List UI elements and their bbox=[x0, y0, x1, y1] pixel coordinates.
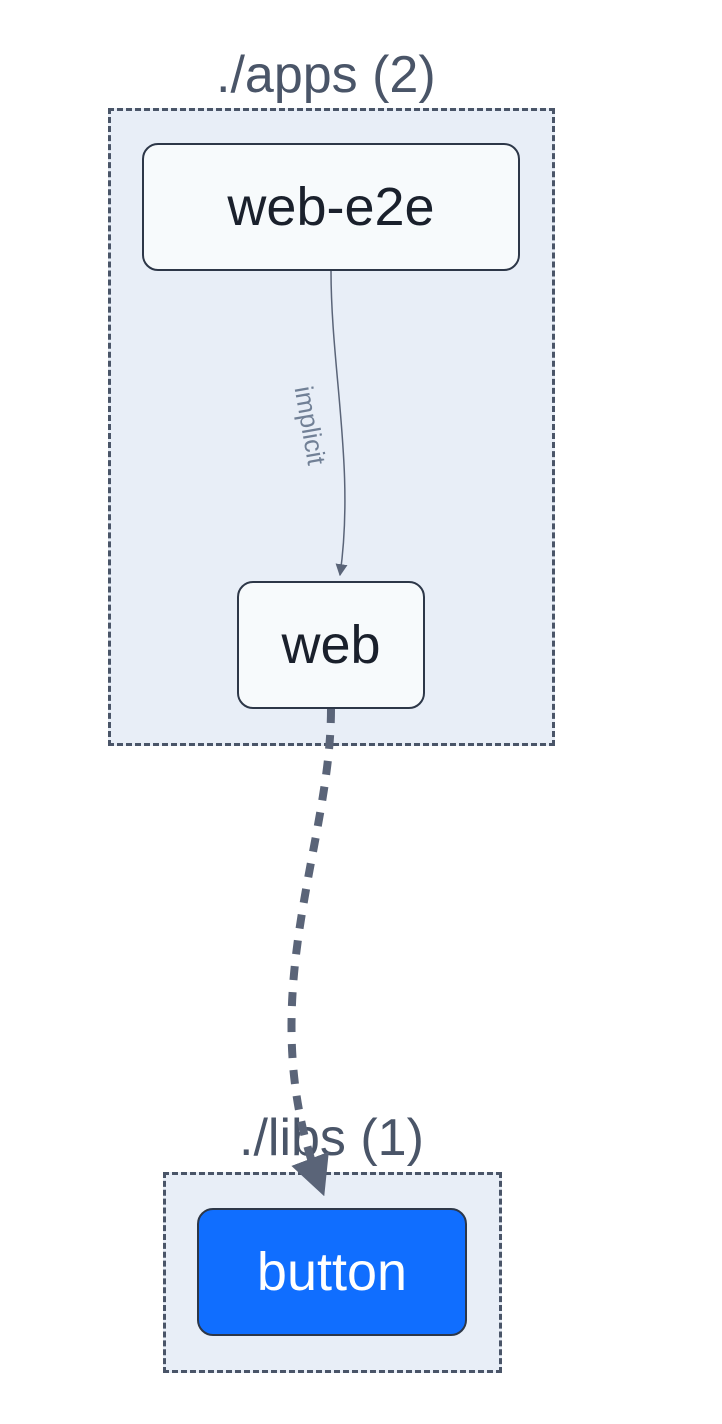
node-web-e2e[interactable]: web-e2e bbox=[142, 143, 520, 271]
node-label-button: button bbox=[257, 1241, 407, 1303]
node-label-web: web bbox=[281, 614, 380, 676]
node-button[interactable]: button bbox=[197, 1208, 467, 1336]
node-label-web-e2e: web-e2e bbox=[227, 176, 434, 238]
group-label-apps: ./apps (2) bbox=[216, 45, 436, 105]
group-label-libs: ./libs (1) bbox=[239, 1108, 424, 1168]
node-web[interactable]: web bbox=[237, 581, 425, 709]
